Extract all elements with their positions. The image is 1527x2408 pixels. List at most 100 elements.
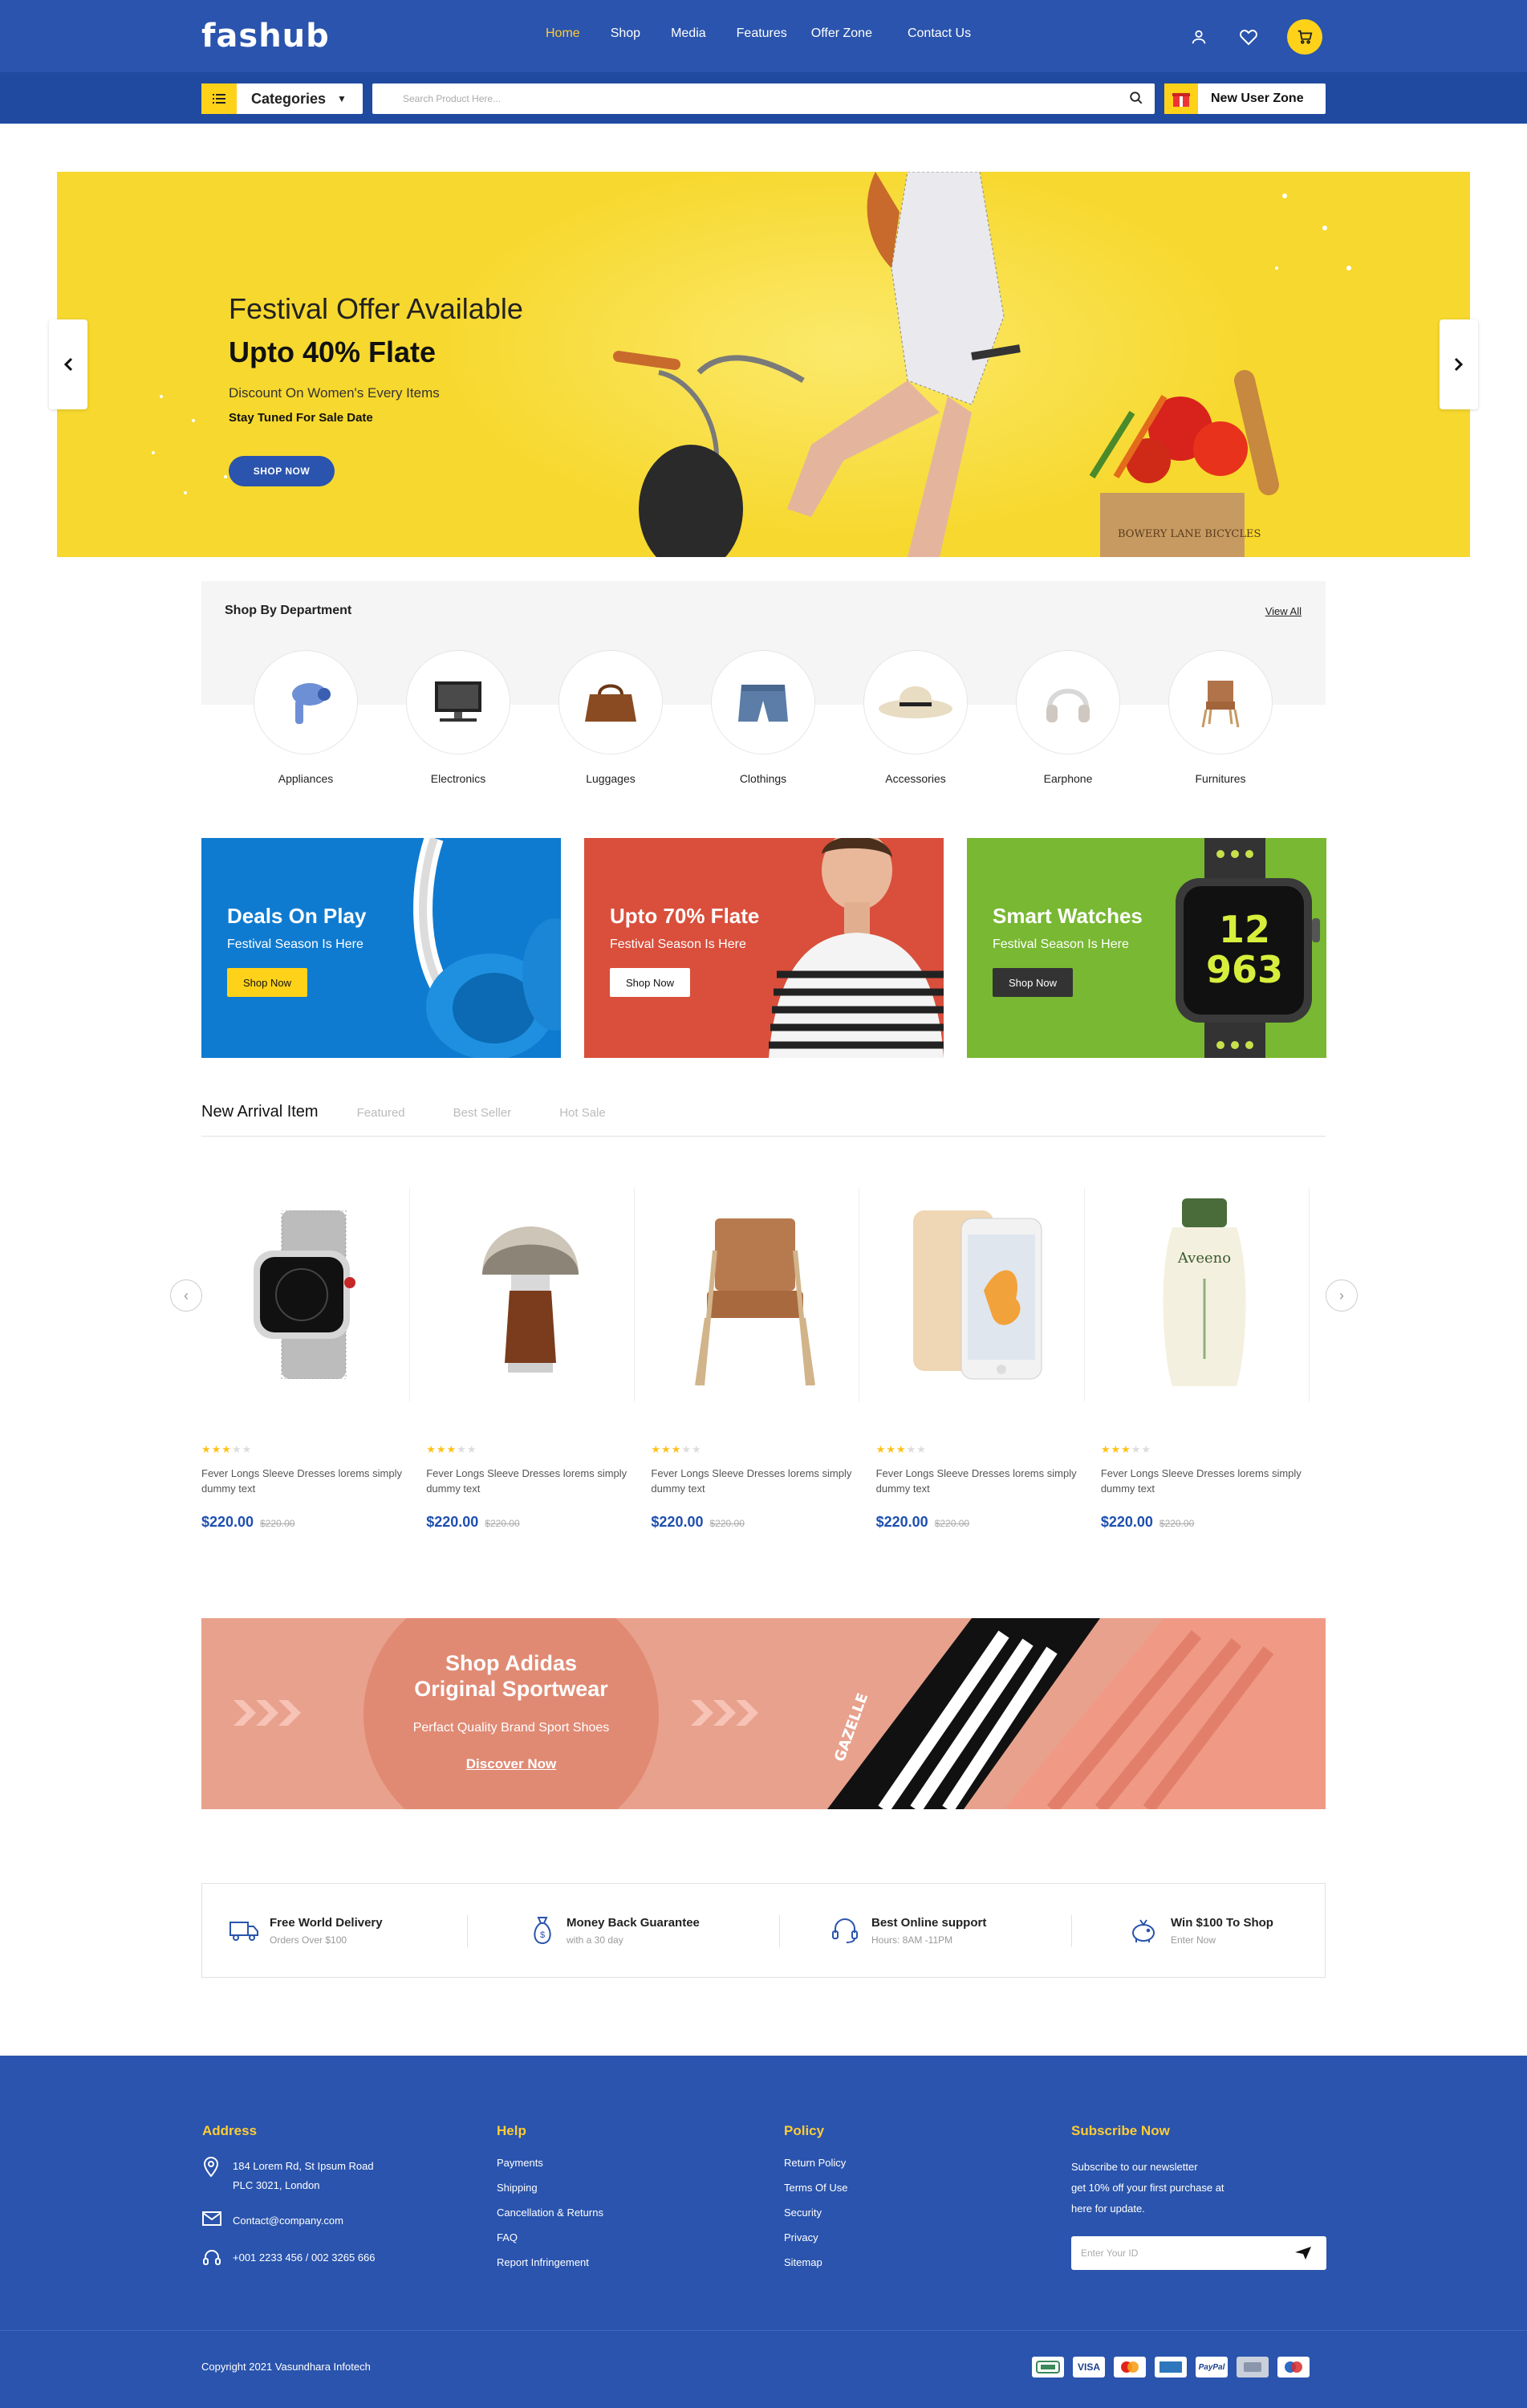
send-icon[interactable] (1294, 2246, 1312, 2264)
footer-link[interactable]: Privacy (784, 2231, 847, 2243)
promo-card-fashion[interactable]: Upto 70% Flate Festival Season Is Here S… (584, 838, 944, 1058)
caret-down-icon: ▼ (337, 93, 347, 104)
man-image (769, 838, 944, 1058)
tab-hot-sale[interactable]: Hot Sale (559, 1103, 606, 1136)
heart-icon[interactable] (1237, 26, 1260, 48)
footer-link[interactable]: Report Infringement (497, 2256, 603, 2268)
promo-card-watches[interactable]: 12 963 Smart Watches Festival Season Is … (967, 838, 1326, 1058)
cart-icon[interactable] (1287, 19, 1322, 55)
chair-icon (1201, 681, 1240, 728)
divider (467, 1915, 468, 1947)
main-nav: Home Shop Media Features Offer Zone Cont… (546, 26, 971, 41)
promo-shop-now-button[interactable]: Shop Now (993, 968, 1073, 997)
chevrons-decoration (234, 1700, 301, 1726)
nav-shop[interactable]: Shop (611, 26, 640, 41)
product-card[interactable]: ★★★★★ Fever Longs Sleeve Dresses lorems … (876, 1188, 1101, 1533)
tab-best-seller[interactable]: Best Seller (453, 1103, 512, 1136)
product-old-price: $220.00 (260, 1518, 295, 1529)
department-item[interactable]: Clothings (711, 650, 815, 785)
products-prev-arrow[interactable]: ‹ (170, 1279, 202, 1312)
feature-subtitle: Orders Over $100 (270, 1934, 347, 1946)
footer-link[interactable]: Shipping (497, 2182, 603, 2194)
promo-shop-now-button[interactable]: Shop Now (610, 968, 690, 997)
footer-link[interactable]: FAQ (497, 2231, 603, 2243)
products-next-arrow[interactable]: › (1326, 1279, 1358, 1312)
site-logo[interactable]: fashub (201, 18, 330, 55)
product-card[interactable]: ★★★★★ Fever Longs Sleeve Dresses lorems … (651, 1188, 875, 1533)
footer-link[interactable]: Security (784, 2207, 847, 2219)
department-item[interactable]: Appliances (254, 650, 358, 785)
footer-address: Address 184 Lorem Rd, St Ipsum Road PLC 3… (202, 2123, 375, 2290)
truck-icon (229, 1922, 258, 1941)
tab-featured[interactable]: Featured (357, 1103, 405, 1136)
money-bag-icon: $ (534, 1917, 551, 1945)
feature-item: Win $100 To Shop Enter Now (1129, 1916, 1273, 1946)
promo-shop-now-button[interactable]: Shop Now (227, 968, 307, 997)
smartwatch-icon (253, 1210, 355, 1379)
hero-next-arrow[interactable] (1440, 319, 1478, 409)
product-price: $220.00 $220.00 (1100, 1514, 1195, 1530)
product-name[interactable]: Fever Longs Sleeve Dresses lorems simply… (201, 1466, 402, 1496)
search-placeholder: Search Product Here... (403, 93, 502, 104)
phone-line[interactable]: +001 2233 456 / 002 3265 666 (202, 2248, 375, 2274)
department-list: Appliances Electronics Luggages Clothing… (254, 650, 1273, 785)
promo-title: Deals On Play (227, 904, 367, 928)
search-input[interactable]: Search Product Here... (372, 83, 1155, 114)
department-item[interactable]: Accessories (863, 650, 968, 785)
footer-heading: Policy (784, 2123, 825, 2138)
nav-media[interactable]: Media (671, 26, 706, 41)
department-label: Accessories (885, 772, 946, 785)
department-item[interactable]: Furnitures (1168, 650, 1273, 785)
product-name[interactable]: Fever Longs Sleeve Dresses lorems simply… (876, 1466, 1077, 1496)
nav-offer-zone[interactable]: Offer Zone (811, 26, 872, 41)
footer-link[interactable]: Cancellation & Returns (497, 2207, 603, 2219)
new-user-zone-label: New User Zone (1211, 92, 1304, 105)
department-item[interactable]: Luggages (558, 650, 663, 785)
chevron-left-icon (63, 357, 73, 372)
svg-text:GAZELLE: GAZELLE (831, 1691, 871, 1764)
department-title: Shop By Department (225, 604, 352, 617)
hero-prev-arrow[interactable] (49, 319, 87, 409)
hero-shop-now-button[interactable]: SHOP NOW (229, 456, 335, 486)
product-name[interactable]: Fever Longs Sleeve Dresses lorems simply… (426, 1466, 627, 1496)
subscribe-email-input[interactable]: Enter Your ID (1071, 2236, 1326, 2270)
user-icon[interactable] (1188, 26, 1210, 48)
feature-item: Best Online support Hours: 8AM -11PM (831, 1916, 986, 1946)
promo-card-deals[interactable]: Deals On Play Festival Season Is Here Sh… (201, 838, 561, 1058)
product-card[interactable]: ★★★★★ Fever Longs Sleeve Dresses lorems … (426, 1188, 651, 1533)
footer-heading: Subscribe Now (1071, 2123, 1170, 2138)
footer-heading: Address (202, 2123, 258, 2138)
view-all-link[interactable]: View All (1265, 605, 1302, 617)
adidas-banner[interactable]: GAZELLE Shop Adidas Original Sportwear Pe… (201, 1618, 1326, 1809)
department-item[interactable]: Electronics (406, 650, 510, 785)
product-old-price: $220.00 (485, 1518, 520, 1529)
product-old-price: $220.00 (1159, 1518, 1195, 1529)
product-name[interactable]: Fever Longs Sleeve Dresses lorems simply… (651, 1466, 851, 1496)
promo-subtitle: Festival Season Is Here (993, 938, 1129, 951)
footer-heading: Help (497, 2123, 526, 2138)
tab-new-arrival[interactable]: New Arrival Item (201, 1103, 319, 1136)
new-user-zone-button[interactable]: New User Zone (1164, 83, 1326, 114)
payment-methods: VISA PayPal (1032, 2357, 1310, 2377)
department-item[interactable]: Earphone (1016, 650, 1120, 785)
footer-link[interactable]: Return Policy (784, 2157, 847, 2169)
mastercard-icon (1114, 2357, 1146, 2377)
rating-stars: ★★★★★ (651, 1443, 702, 1455)
product-name[interactable]: Fever Longs Sleeve Dresses lorems simply… (1101, 1466, 1302, 1496)
product-card[interactable]: ★★★★★ Fever Longs Sleeve Dresses lorems … (201, 1188, 426, 1533)
email-line[interactable]: Contact@company.com (202, 2211, 375, 2232)
hat-icon (879, 686, 952, 718)
categories-dropdown[interactable]: Categories ▼ (201, 83, 363, 114)
nav-features[interactable]: Features (737, 26, 787, 41)
search-icon[interactable] (1129, 91, 1143, 109)
computer-icon (435, 681, 481, 722)
footer-divider (0, 2330, 1527, 2331)
footer-link[interactable]: Payments (497, 2157, 603, 2169)
footer-link[interactable]: Terms Of Use (784, 2182, 847, 2194)
chevron-right-icon (1454, 357, 1464, 372)
footer-link[interactable]: Sitemap (784, 2256, 847, 2268)
product-card[interactable]: Aveeno ★★★★★ Fever Longs Sleeve Dresses … (1101, 1188, 1326, 1533)
discover-now-link[interactable]: Discover Now (363, 1756, 659, 1772)
nav-home[interactable]: Home (546, 26, 580, 41)
nav-contact-us[interactable]: Contact Us (908, 26, 971, 41)
